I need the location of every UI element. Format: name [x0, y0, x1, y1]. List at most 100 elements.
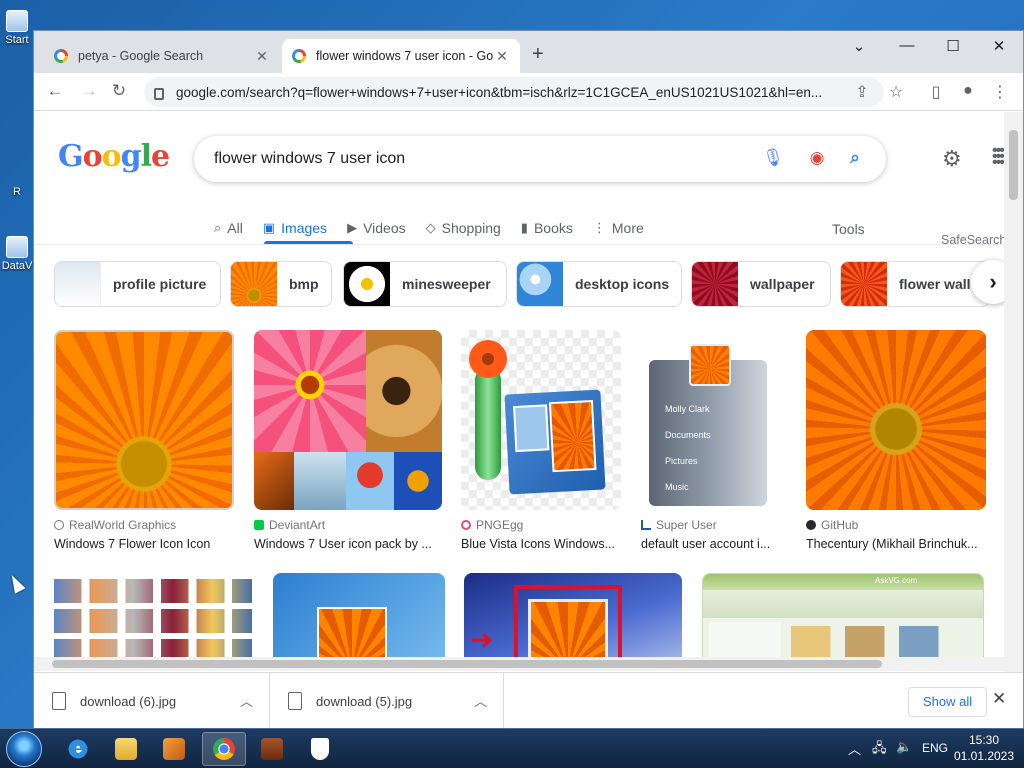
chip-bmp[interactable]: bmp — [230, 261, 332, 307]
tab-videos[interactable]: ▶ Videos — [347, 212, 406, 244]
collage-robot — [294, 452, 346, 510]
show-all-button[interactable]: Show all — [908, 687, 988, 717]
tab-search-chevron-icon[interactable]: ⌄ — [844, 37, 874, 55]
download-item[interactable]: download (6).jpg ︿ — [34, 673, 270, 729]
language-indicator[interactable]: ENG — [922, 741, 948, 755]
download-item[interactable]: download (5).jpg ︿ — [270, 673, 504, 729]
desktop-icon-r[interactable]: R — [0, 186, 34, 198]
image-result[interactable]: DeviantArt Windows 7 User icon pack by .… — [254, 330, 442, 551]
result-caption[interactable]: Blue Vista Icons Windows... — [461, 537, 621, 551]
forward-button[interactable]: → — [78, 81, 100, 101]
result-caption[interactable]: Windows 7 Flower Icon Icon — [54, 537, 234, 551]
result-thumbnail[interactable]: AskVG.com — [702, 573, 984, 670]
vertical-scrollbar[interactable] — [1004, 112, 1023, 682]
tab-flower-search[interactable]: flower windows 7 user icon - Go ✕ — [282, 39, 520, 73]
google-apps-icon[interactable]: ••• ••• ••• — [992, 143, 1004, 171]
taskbar-media-player[interactable] — [152, 732, 196, 766]
back-button[interactable]: ← — [44, 81, 66, 101]
result-thumbnail[interactable] — [254, 330, 442, 510]
mouse-cursor-icon — [6, 572, 26, 594]
new-tab-button[interactable]: + — [532, 43, 544, 66]
address-bar[interactable]: google.com/search?q=flower+windows+7+use… — [144, 77, 884, 107]
taskbar-internet-explorer[interactable]: e — [56, 732, 100, 766]
side-panel-icon[interactable]: ▯ — [926, 82, 946, 102]
maximize-button[interactable]: ☐ — [938, 37, 968, 55]
image-result[interactable]: RealWorld Graphics Windows 7 Flower Icon… — [54, 330, 234, 551]
share-icon[interactable]: ⇪ — [852, 82, 872, 102]
result-source[interactable]: Super User — [641, 518, 785, 532]
result-thumbnail[interactable]: ➜ — [464, 573, 682, 670]
result-source[interactable]: RealWorld Graphics — [54, 518, 234, 532]
result-source[interactable]: PNGEgg — [461, 518, 621, 532]
tab-all[interactable]: ⌕ All — [214, 212, 243, 244]
image-result[interactable]: ➜ — [464, 573, 682, 670]
scroll-thumb[interactable] — [52, 660, 882, 668]
google-doodle-logo[interactable]: Google — [58, 139, 170, 174]
result-thumbnail[interactable] — [54, 573, 252, 670]
search-box[interactable]: flower windows 7 user icon 🎙 ◉ ⌕ — [194, 136, 886, 182]
volume-icon[interactable]: 🔈 — [896, 739, 912, 755]
tab-books[interactable]: ▮ Books — [521, 212, 573, 244]
red-arrow-icon: ➜ — [470, 624, 494, 655]
chip-wallpaper[interactable]: wallpaper — [691, 261, 831, 307]
show-hidden-icons-chevron-icon[interactable]: ︿ — [848, 739, 861, 758]
close-downloads-icon[interactable]: ✕ — [992, 689, 1006, 709]
logo-letter: o — [101, 139, 122, 174]
result-thumbnail[interactable] — [54, 330, 234, 510]
result-caption[interactable]: Windows 7 User icon pack by ... — [254, 537, 442, 551]
book-icon: ▮ — [520, 220, 528, 235]
globe-icon — [54, 520, 64, 530]
reload-button[interactable]: ↻ — [108, 81, 130, 101]
image-result[interactable]: AskVG.com — [702, 573, 984, 670]
desktop-icon-datav[interactable]: DataV — [0, 236, 34, 272]
tab-petya[interactable]: petya - Google Search ✕ — [44, 39, 280, 73]
horizontal-scrollbar[interactable] — [34, 657, 1004, 671]
search-input[interactable]: flower windows 7 user icon — [214, 150, 405, 168]
minimize-button[interactable]: — — [892, 37, 922, 54]
chip-minesweeper[interactable]: minesweeper — [343, 261, 507, 307]
result-caption[interactable]: Thecentury (Mikhail Brinchuk... — [806, 537, 986, 551]
image-result[interactable]: GitHub Thecentury (Mikhail Brinchuk... — [806, 330, 986, 551]
image-result[interactable]: PNGEgg Blue Vista Icons Windows... — [461, 330, 621, 551]
chip-profile-picture[interactable]: profile picture — [54, 261, 221, 307]
tab-close-icon[interactable]: ✕ — [254, 48, 270, 65]
tab-close-icon[interactable]: ✕ — [494, 48, 510, 65]
start-button[interactable] — [6, 731, 42, 767]
result-source[interactable]: DeviantArt — [254, 518, 442, 532]
search-icon[interactable]: ⌕ — [844, 148, 866, 170]
image-result[interactable]: Molly Clark Documents Pictures Music Sup… — [641, 330, 785, 551]
chevron-up-icon[interactable]: ︿ — [240, 691, 253, 710]
chevron-up-icon[interactable]: ︿ — [474, 691, 487, 710]
system-clock[interactable]: 15:30 01.01.2023 — [952, 732, 1016, 764]
taskbar-file-explorer[interactable] — [104, 732, 148, 766]
result-caption[interactable]: default user account i... — [641, 537, 785, 551]
result-thumbnail[interactable] — [273, 573, 445, 670]
menu-kebab-icon[interactable]: ⋮ — [990, 82, 1010, 102]
close-window-button[interactable]: ✕ — [984, 37, 1014, 55]
scroll-thumb[interactable] — [1009, 130, 1018, 200]
profile-avatar-icon[interactable]: ● — [958, 82, 978, 100]
tools-button[interactable]: Tools — [832, 213, 865, 245]
github-icon — [806, 520, 816, 530]
network-icon[interactable]: 🖧 — [872, 739, 887, 761]
taskbar-security[interactable] — [298, 732, 342, 766]
result-thumbnail[interactable] — [806, 330, 986, 510]
google-lens-icon[interactable]: ◉ — [806, 148, 828, 170]
tab-more[interactable]: ⋮ More — [593, 212, 644, 244]
result-thumbnail[interactable] — [461, 330, 621, 510]
bookmark-star-icon[interactable]: ☆ — [886, 82, 906, 102]
tab-shopping[interactable]: ◇ Shopping — [426, 212, 501, 244]
result-thumbnail[interactable]: Molly Clark Documents Pictures Music — [641, 330, 785, 510]
chip-flower-wallpaper[interactable]: flower wall — [840, 261, 990, 307]
chip-desktop-icons[interactable]: desktop icons — [516, 261, 682, 307]
result-source[interactable]: GitHub — [806, 518, 986, 532]
desktop-icon-start[interactable]: Start — [0, 10, 34, 46]
tab-images[interactable]: ▣ Images — [263, 212, 327, 244]
settings-gear-icon[interactable]: ⚙ — [942, 146, 962, 172]
image-result[interactable] — [54, 573, 252, 670]
microphone-icon[interactable]: 🎙 — [762, 148, 784, 170]
taskbar-app[interactable] — [250, 732, 294, 766]
desktop-icon-label: R — [13, 186, 21, 198]
taskbar-chrome[interactable] — [202, 732, 246, 766]
image-result[interactable] — [273, 573, 445, 670]
